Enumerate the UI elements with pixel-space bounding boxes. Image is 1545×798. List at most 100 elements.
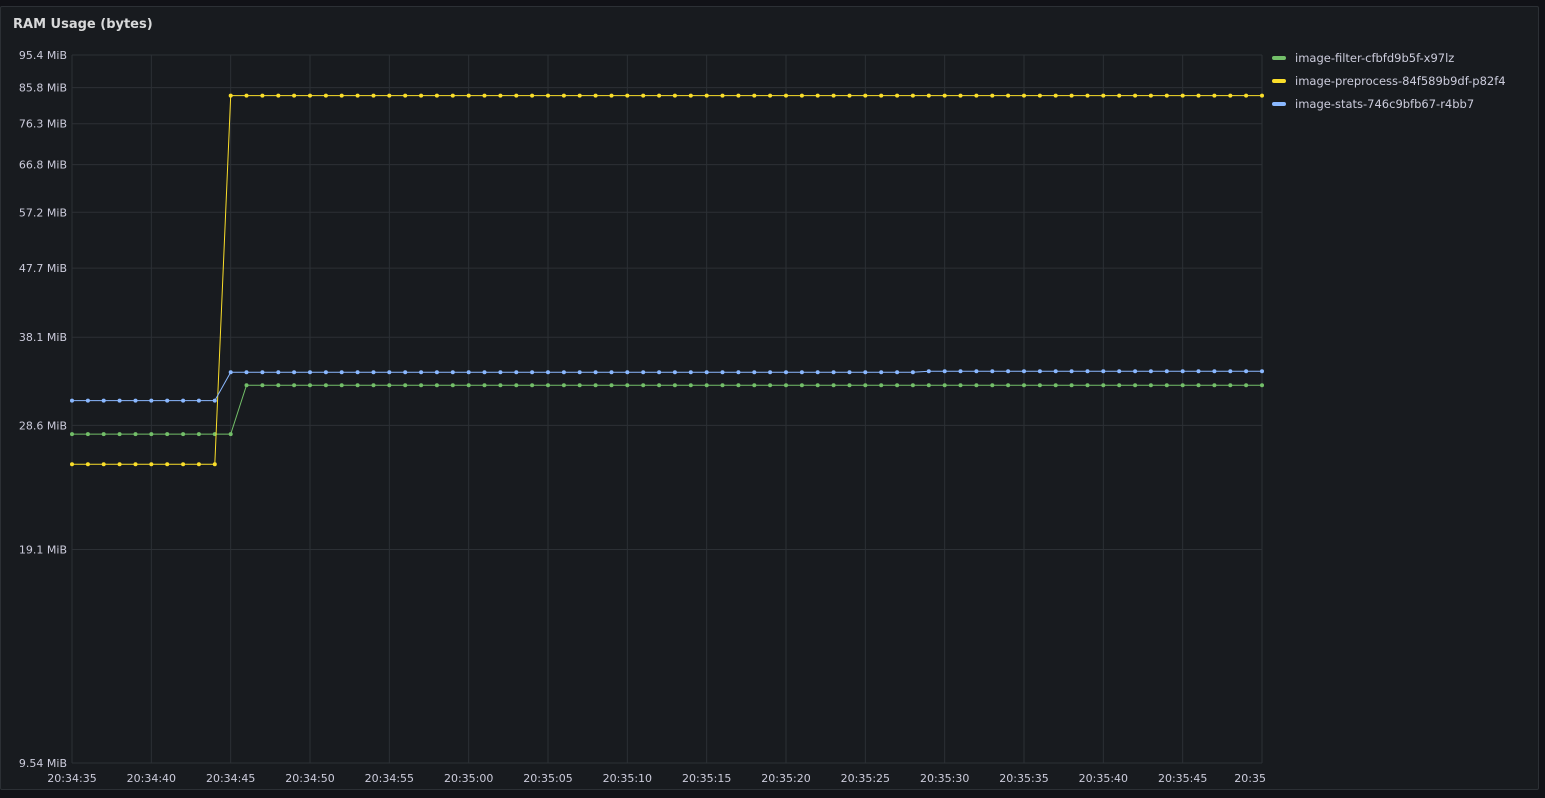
data-point bbox=[847, 93, 852, 98]
data-point bbox=[85, 398, 90, 403]
data-point bbox=[1006, 369, 1011, 374]
data-point bbox=[910, 370, 915, 375]
data-point bbox=[688, 383, 693, 388]
data-point bbox=[1244, 369, 1249, 374]
y-tick-label: 95.4 MiB bbox=[19, 49, 67, 62]
data-point bbox=[752, 383, 757, 388]
data-point bbox=[577, 383, 582, 388]
data-point bbox=[308, 93, 312, 98]
data-point bbox=[244, 383, 249, 388]
data-point bbox=[403, 93, 408, 98]
data-point bbox=[101, 462, 106, 467]
data-point bbox=[308, 370, 312, 375]
data-point bbox=[546, 370, 550, 375]
legend-item[interactable]: image-preprocess-84f589b9df-p82f4 bbox=[1272, 69, 1506, 92]
data-point bbox=[1260, 93, 1264, 98]
data-point bbox=[101, 432, 106, 437]
legend-swatch bbox=[1272, 101, 1286, 106]
data-point bbox=[1117, 383, 1122, 388]
data-point bbox=[276, 93, 281, 98]
data-point bbox=[974, 383, 979, 388]
x-tick-label: 20:35:15 bbox=[682, 772, 731, 785]
data-point bbox=[260, 93, 265, 98]
legend-label: image-preprocess-84f589b9df-p82f4 bbox=[1295, 73, 1506, 88]
x-tick-label: 20:34:35 bbox=[47, 772, 96, 785]
data-point bbox=[1196, 369, 1201, 374]
data-point bbox=[1085, 93, 1090, 98]
data-point bbox=[672, 370, 677, 375]
data-point bbox=[1053, 93, 1058, 98]
data-point bbox=[419, 370, 424, 375]
grid-layer bbox=[71, 54, 1263, 764]
data-point bbox=[212, 398, 217, 403]
data-point bbox=[593, 383, 598, 388]
data-point bbox=[672, 93, 677, 98]
data-point bbox=[514, 383, 519, 388]
data-point bbox=[1085, 383, 1090, 388]
data-point bbox=[847, 370, 852, 375]
data-point bbox=[1260, 383, 1264, 388]
data-point bbox=[1022, 383, 1026, 388]
y-tick-label: 57.2 MiB bbox=[19, 206, 67, 219]
data-point bbox=[498, 370, 503, 375]
x-tick-label: 20:35:45 bbox=[1158, 772, 1207, 785]
series-line bbox=[72, 384, 1262, 435]
data-point bbox=[70, 432, 74, 437]
series-3[interactable] bbox=[70, 369, 1264, 403]
data-point bbox=[926, 369, 931, 374]
data-point bbox=[387, 93, 392, 98]
data-point bbox=[609, 370, 614, 375]
data-point bbox=[133, 462, 138, 467]
data-point bbox=[1180, 369, 1185, 374]
data-point bbox=[292, 370, 297, 375]
data-point bbox=[1117, 93, 1122, 98]
data-point bbox=[704, 383, 709, 388]
data-point bbox=[1180, 383, 1185, 388]
data-point bbox=[1196, 93, 1201, 98]
data-point bbox=[768, 383, 773, 388]
data-point bbox=[244, 93, 249, 98]
data-point bbox=[450, 370, 455, 375]
data-point bbox=[736, 93, 741, 98]
data-point bbox=[212, 462, 217, 467]
data-point bbox=[355, 383, 360, 388]
y-tick-label: 66.8 MiB bbox=[19, 159, 67, 172]
data-point bbox=[514, 93, 519, 98]
data-point bbox=[1133, 383, 1138, 388]
data-point bbox=[419, 383, 424, 388]
data-point bbox=[196, 398, 201, 403]
x-tick-label: 20:35:30 bbox=[920, 772, 969, 785]
series-2[interactable] bbox=[70, 93, 1264, 467]
x-axis: 20:34:35 20:34:40 20:34:45 20:34:50 20:34:55… bbox=[47, 772, 1266, 785]
chart-plot: 9.54 MiB 19.1 MiB 28.6 MiB 38.1 MiB 47.7 MiB… bbox=[19, 49, 1266, 785]
data-point bbox=[641, 93, 646, 98]
data-point bbox=[879, 93, 884, 98]
data-point bbox=[1228, 383, 1233, 388]
data-point bbox=[688, 93, 693, 98]
legend-item[interactable]: image-filter-cfbfd9b5f-x97lz bbox=[1272, 46, 1506, 69]
data-point bbox=[1148, 93, 1153, 98]
y-tick-label: 19.1 MiB bbox=[19, 544, 67, 557]
data-point bbox=[768, 93, 773, 98]
series-line bbox=[72, 95, 1262, 465]
data-point bbox=[1133, 93, 1138, 98]
legend-item[interactable]: image-stats-746c9bfb67-r4bb7 bbox=[1272, 92, 1506, 115]
series-1[interactable] bbox=[70, 383, 1264, 437]
data-point bbox=[942, 93, 947, 98]
data-point bbox=[958, 383, 963, 388]
x-tick-label: 20:35:40 bbox=[1079, 772, 1128, 785]
data-point bbox=[244, 370, 249, 375]
data-point bbox=[196, 462, 201, 467]
data-point bbox=[228, 432, 233, 437]
data-point bbox=[641, 370, 646, 375]
data-point bbox=[1244, 93, 1249, 98]
x-tick-label: 20:35 bbox=[1234, 772, 1266, 785]
data-point bbox=[1133, 369, 1138, 374]
data-point bbox=[450, 383, 455, 388]
legend-swatch bbox=[1272, 78, 1286, 83]
data-point bbox=[1022, 93, 1026, 98]
data-point bbox=[466, 370, 471, 375]
x-tick-label: 20:35:00 bbox=[444, 772, 493, 785]
y-tick-label: 9.54 MiB bbox=[19, 757, 67, 770]
data-point bbox=[879, 370, 884, 375]
